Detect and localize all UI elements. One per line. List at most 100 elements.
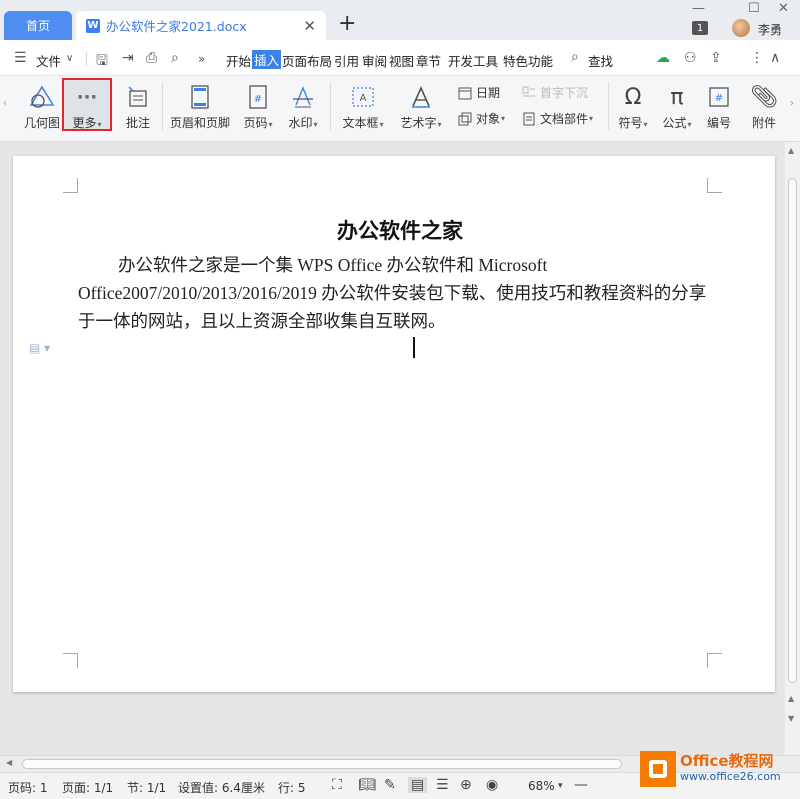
- collapse-ribbon-icon[interactable]: ∧: [770, 50, 780, 66]
- watermark-button[interactable]: 水印▾: [284, 84, 322, 131]
- vertical-scroll-thumb[interactable]: [788, 178, 797, 683]
- ribbon-scroll-left-icon[interactable]: ‹: [3, 98, 7, 109]
- menu-references[interactable]: 引用: [334, 51, 359, 70]
- paperclip-icon: 📎︎: [750, 84, 778, 110]
- username[interactable]: 李勇: [758, 21, 782, 38]
- window-count-badge[interactable]: 1: [692, 21, 708, 35]
- geometry-icon: [28, 84, 56, 110]
- cloud-sync-icon[interactable]: ☁: [656, 50, 670, 66]
- geometry-label: 几何图: [23, 116, 60, 130]
- textbox-icon: A: [349, 84, 377, 110]
- ribbon-divider: [330, 82, 331, 130]
- more-button[interactable]: ··· 更多▾: [64, 84, 110, 131]
- print-preview-icon[interactable]: ⌕: [171, 50, 179, 66]
- doc-parts-button[interactable]: 文档部件 ▾: [522, 110, 593, 127]
- page-number-icon: #: [244, 84, 272, 110]
- chevron-down-icon[interactable]: ∨: [66, 53, 73, 64]
- menu-start[interactable]: 开始: [226, 51, 251, 70]
- wordart-button[interactable]: 艺术字▾: [396, 84, 446, 131]
- menu-file[interactable]: 文件: [36, 51, 61, 70]
- maximize-icon[interactable]: ☐: [748, 1, 760, 16]
- document-title[interactable]: 办公软件之家: [0, 215, 800, 245]
- status-page-number[interactable]: 页码: 1: [8, 779, 48, 796]
- paragraph-layout-icon[interactable]: ▤ ▾: [29, 341, 50, 355]
- status-line[interactable]: 行: 5: [278, 779, 306, 796]
- symbol-button[interactable]: Ω 符号▾: [614, 84, 652, 131]
- status-position[interactable]: 设置值: 6.4厘米: [178, 779, 265, 796]
- menu-review[interactable]: 审阅: [362, 51, 387, 70]
- dropcap-icon: [522, 86, 536, 100]
- numbering-button[interactable]: # 编号: [702, 84, 736, 131]
- title-bar: 首页 W 办公软件之家2021.docx ✕ + — ☐ ✕ 1 李勇: [0, 0, 800, 40]
- status-pages[interactable]: 页面: 1/1: [62, 779, 113, 796]
- wordart-icon: [407, 84, 435, 110]
- ribbon: ‹ 几何图 ··· 更多▾ 批注 页眉和页脚 # 页码▾ 水印▾ A 文本框▾ …: [0, 76, 800, 142]
- ribbon-divider: [162, 82, 163, 130]
- horizontal-scroll-thumb[interactable]: [22, 759, 622, 769]
- tab-home[interactable]: 首页: [4, 11, 72, 40]
- read-mode-icon[interactable]: 📖︎: [358, 777, 376, 793]
- close-window-icon[interactable]: ✕: [778, 1, 789, 16]
- tab-document[interactable]: W 办公软件之家2021.docx ✕: [76, 11, 326, 40]
- minimize-icon[interactable]: —: [692, 1, 705, 16]
- textbox-button[interactable]: A 文本框▾: [338, 84, 388, 131]
- menu-view[interactable]: 视图: [389, 51, 414, 70]
- zoom-level[interactable]: 68%: [528, 779, 555, 793]
- vertical-scrollbar[interactable]: ▲ ▲ ▼: [785, 142, 800, 755]
- svg-text:A: A: [360, 93, 367, 104]
- menu-chapter[interactable]: 章节: [416, 51, 441, 70]
- scroll-to-next-page-icon[interactable]: ▼: [788, 714, 794, 723]
- menu-page-layout[interactable]: 页面布局: [282, 51, 332, 70]
- save-icon[interactable]: 🖫: [96, 50, 108, 74]
- header-footer-icon: [186, 84, 214, 110]
- more-label: 更多: [72, 116, 97, 130]
- export-icon[interactable]: ⇥: [122, 50, 134, 66]
- status-section[interactable]: 节: 1/1: [127, 779, 166, 796]
- close-tab-icon[interactable]: ✕: [303, 17, 316, 35]
- menu-insert[interactable]: 插入: [252, 50, 282, 69]
- numbering-label: 编号: [706, 116, 731, 130]
- watermark-label: 水印: [288, 116, 313, 130]
- web-view-icon[interactable]: ⊕: [460, 777, 472, 793]
- watermark-brand: Office教程网: [680, 752, 774, 770]
- print-icon[interactable]: ⎙: [146, 50, 157, 66]
- more-quick-access-icon[interactable]: »: [198, 52, 205, 66]
- scroll-to-prev-page-icon[interactable]: ▲: [788, 694, 794, 703]
- edit-pen-icon[interactable]: ✎: [384, 777, 396, 793]
- attachment-button[interactable]: 📎︎ 附件: [746, 84, 782, 131]
- avatar[interactable]: [732, 19, 750, 37]
- document-paragraph[interactable]: 办公软件之家是一个集 WPS Office 办公软件和 Microsoft Of…: [78, 251, 714, 335]
- hamburger-menu-icon[interactable]: ☰: [14, 50, 27, 66]
- date-button[interactable]: 日期: [458, 84, 500, 101]
- more-options-icon[interactable]: ⋮: [750, 50, 764, 66]
- outline-view-icon[interactable]: ☰: [436, 777, 449, 793]
- formula-button[interactable]: π 公式▾: [658, 84, 696, 131]
- scroll-left-icon[interactable]: ◀: [6, 758, 12, 767]
- doc-parts-icon: [522, 112, 536, 126]
- zoom-dropdown-icon[interactable]: ▾: [558, 781, 563, 791]
- margin-corner: [707, 653, 722, 668]
- page-number-button[interactable]: # 页码▾: [240, 84, 276, 131]
- geometry-button[interactable]: 几何图: [22, 84, 62, 131]
- header-footer-button[interactable]: 页眉和页脚: [168, 84, 232, 131]
- eye-protection-icon[interactable]: ◉: [486, 777, 498, 793]
- ribbon-scroll-right-icon[interactable]: ›: [790, 98, 794, 109]
- zoom-out-icon[interactable]: —: [574, 777, 588, 793]
- comment-button[interactable]: 批注: [120, 84, 156, 131]
- collaborate-icon[interactable]: ⚇: [684, 50, 697, 66]
- page-view-icon[interactable]: ▤: [408, 777, 428, 793]
- search-icon[interactable]: ⌕: [571, 49, 579, 65]
- menu-developer[interactable]: 开发工具: [448, 51, 498, 70]
- new-tab-icon[interactable]: +: [338, 13, 356, 35]
- watermark-url: www.office26.com: [680, 770, 781, 783]
- menu-special-features[interactable]: 特色功能: [503, 51, 553, 70]
- dropcap-button[interactable]: 首字下沉: [522, 84, 588, 101]
- fullscreen-icon[interactable]: ⛶: [332, 777, 342, 793]
- date-label: 日期: [476, 86, 501, 100]
- scroll-up-icon[interactable]: ▲: [788, 146, 794, 155]
- document-page[interactable]: 办公软件之家 办公软件之家是一个集 WPS Office 办公软件和 Micro…: [13, 156, 775, 692]
- object-button[interactable]: 对象 ▾: [458, 110, 505, 127]
- calendar-icon: [458, 86, 472, 100]
- search-label[interactable]: 查找: [588, 51, 613, 70]
- share-icon[interactable]: ⇪: [710, 50, 722, 66]
